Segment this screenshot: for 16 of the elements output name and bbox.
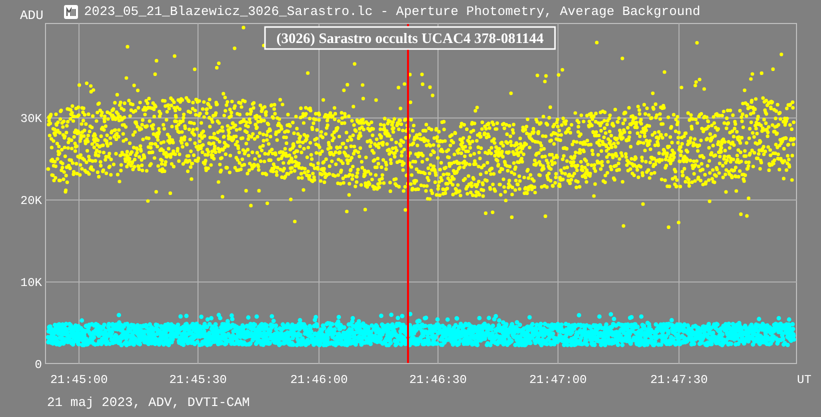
x-tick-label: 21:47:00 (529, 373, 587, 387)
x-tick-label: 21:45:00 (50, 373, 108, 387)
footer-caption: 21 maj 2023, ADV, DVTI-CAM (47, 395, 250, 410)
app-icon (64, 4, 78, 18)
y-tick-label: 20K (20, 194, 42, 208)
x-tick-label: 21:46:30 (409, 373, 467, 387)
y-tick-label: 0 (34, 358, 42, 372)
chart-annotation: (3026) Sarastro occults UCAC4 378-081144 (264, 26, 556, 50)
y-tick-label: 10K (20, 276, 42, 290)
y-axis-unit: ADU (20, 8, 44, 23)
window-title: 2023_05_21_Blazewicz_3026_Sarastro.lc - Aperture Photometry, Average Background (84, 4, 700, 19)
x-tick-label: 21:45:30 (169, 373, 227, 387)
x-tick-label: 21:47:30 (650, 373, 708, 387)
x-axis-unit: UT (797, 373, 812, 387)
y-tick-label: 30K (20, 112, 42, 126)
x-tick-label: 21:46:00 (290, 373, 348, 387)
